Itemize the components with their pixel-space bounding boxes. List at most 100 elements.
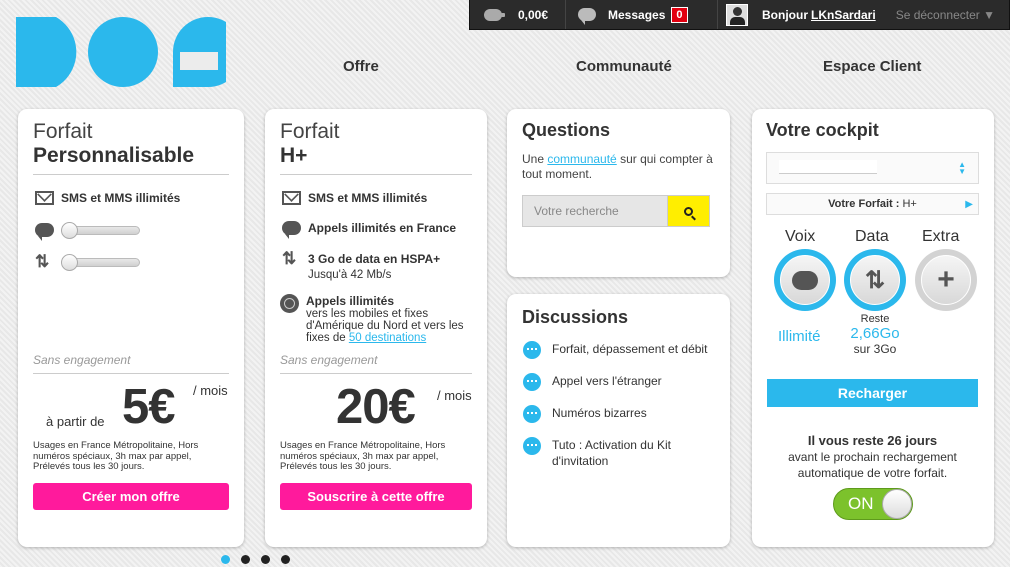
days-text: avant le prochain rechargement automatiq… bbox=[788, 450, 957, 480]
sans-engagement-label: Sans engagement bbox=[280, 353, 378, 367]
voix-gauge[interactable] bbox=[774, 249, 836, 311]
usage-conditions: Usages en France Métropolitaine, Hors nu… bbox=[33, 440, 199, 472]
balance-section[interactable]: 0,00€ bbox=[470, 0, 566, 29]
price-amount: 5€ bbox=[122, 380, 176, 434]
offer-card-h-plus: Forfait H+ SMS et MMS illimités Appels i… bbox=[265, 109, 487, 547]
username-link[interactable]: LKnSardari bbox=[811, 8, 876, 22]
data-slider[interactable] bbox=[61, 253, 140, 271]
discussion-item[interactable]: Appel vers l'étranger bbox=[523, 373, 662, 391]
joe-bullet-icon bbox=[523, 405, 541, 423]
voix-label: Voix bbox=[785, 228, 816, 245]
cockpit-title: Votre cockpit bbox=[766, 120, 879, 140]
envelope-icon bbox=[282, 191, 301, 205]
divider bbox=[33, 174, 229, 175]
auto-recharge-toggle[interactable]: ON bbox=[833, 488, 913, 520]
create-offer-button[interactable]: Créer mon offre bbox=[33, 483, 229, 510]
questions-text: Une communauté sur qui compter à tout mo… bbox=[522, 152, 717, 182]
feature-sub-label: vers les mobiles et fixes d'Amérique du … bbox=[306, 308, 471, 344]
data-reste-label: Reste bbox=[860, 313, 890, 325]
line-selector[interactable]: ▲ ▼ bbox=[766, 152, 979, 184]
forfait-label: Votre Forfait : bbox=[828, 198, 900, 210]
data-slider-row: ⇅ bbox=[35, 253, 140, 271]
extra-gauge[interactable]: + bbox=[915, 249, 977, 311]
speech-bubble-icon bbox=[282, 221, 301, 239]
globe-icon bbox=[280, 294, 299, 313]
messages-label: Messages bbox=[608, 7, 666, 22]
discussion-item[interactable]: Numéros bizarres bbox=[523, 405, 647, 423]
subscribe-button[interactable]: Souscrire à cette offre bbox=[280, 483, 472, 510]
data-gauge[interactable]: ⇅ bbox=[844, 249, 906, 311]
feature-sms: SMS et MMS illimités bbox=[35, 191, 180, 205]
voice-slider-row bbox=[35, 221, 140, 241]
data-total: sur 3Go bbox=[853, 342, 897, 356]
feature-sub-label: Jusqu'à 42 Mb/s bbox=[308, 269, 392, 281]
top-bar: 0,00€ Messages 0 Bonjour LKnSardari Se d… bbox=[469, 0, 1010, 30]
cockpit-card: Votre cockpit ▲ ▼ Votre Forfait : H+ ▶ Vo… bbox=[752, 109, 994, 547]
questions-title: Questions bbox=[522, 120, 611, 140]
greeting: Bonjour bbox=[762, 7, 808, 22]
voice-slider[interactable] bbox=[61, 221, 140, 239]
destinations-link[interactable]: 50 destinations bbox=[349, 332, 426, 344]
recharge-button[interactable]: Recharger bbox=[767, 379, 978, 407]
feature-data: ⇅ 3 Go de data en HSPA+ Jusqu'à 42 Mb/s bbox=[282, 249, 441, 281]
price-suffix: / mois bbox=[193, 383, 228, 398]
discussion-item[interactable]: Tuto : Activation du Kit d'invitation bbox=[523, 437, 713, 469]
discussion-item[interactable]: Forfait, dépassement et débit bbox=[523, 341, 707, 359]
line-selector-stepper[interactable]: ▲ ▼ bbox=[958, 161, 966, 176]
feature-label: Appels illimités en France bbox=[308, 221, 457, 235]
message-bubble-icon bbox=[578, 8, 596, 25]
logout-button[interactable]: Se déconnecter ▼ bbox=[896, 8, 995, 22]
nav-espace-client[interactable]: Espace Client bbox=[823, 58, 921, 75]
nav-communaute[interactable]: Communauté bbox=[576, 58, 672, 75]
questions-text-before: Une bbox=[522, 152, 545, 166]
feature-label: SMS et MMS illimités bbox=[61, 191, 181, 205]
offer-card-personnalisable: Forfait Personnalisable SMS et MMS illim… bbox=[18, 109, 244, 547]
discussion-label: Numéros bizarres bbox=[552, 406, 647, 420]
data-remaining: Reste 2,66Go sur 3Go bbox=[844, 313, 906, 356]
offer-title: Forfait Personnalisable bbox=[33, 120, 194, 168]
search-input[interactable] bbox=[523, 196, 667, 226]
data-label: Data bbox=[855, 228, 889, 245]
up-down-arrows-icon: ⇅ bbox=[850, 255, 900, 305]
up-down-arrows-icon: ⇅ bbox=[282, 249, 297, 268]
carousel-dot-1[interactable] bbox=[221, 555, 230, 564]
joe-bullet-icon bbox=[523, 437, 541, 455]
usage-conditions: Usages en France Métropolitaine, Hors nu… bbox=[280, 440, 446, 472]
plus-icon: + bbox=[921, 255, 971, 305]
feature-label: Appels illimités bbox=[306, 294, 395, 308]
toggle-label: ON bbox=[848, 494, 874, 513]
offer-title-line2: Personnalisable bbox=[33, 144, 195, 167]
search-icon bbox=[684, 206, 693, 216]
search-button[interactable] bbox=[667, 196, 709, 226]
messages-link[interactable]: Messages 0 bbox=[566, 0, 718, 29]
balance-amount: 0,00€ bbox=[518, 7, 549, 22]
forfait-value: H+ bbox=[902, 198, 917, 210]
discussion-label: Appel vers l'étranger bbox=[552, 374, 662, 388]
carousel-dot-4[interactable] bbox=[281, 555, 290, 564]
nav-offre[interactable]: Offre bbox=[343, 58, 379, 75]
joe-logo[interactable] bbox=[16, 17, 226, 87]
avatar[interactable] bbox=[726, 3, 748, 26]
feature-sms: SMS et MMS illimités bbox=[282, 191, 427, 205]
divider bbox=[280, 174, 472, 175]
user-section: Bonjour LKnSardari Se déconnecter ▼ bbox=[718, 0, 1005, 29]
feature-label: 3 Go de data en HSPA+ bbox=[308, 252, 441, 266]
divider bbox=[33, 373, 229, 374]
speech-bubble-icon bbox=[780, 255, 830, 305]
carousel-dot-3[interactable] bbox=[261, 555, 270, 564]
discussions-card: Discussions Forfait, dépassement et débi… bbox=[507, 294, 730, 547]
messages-count-badge: 0 bbox=[671, 6, 688, 23]
extra-label: Extra bbox=[922, 228, 960, 245]
price-prefix: à partir de bbox=[46, 414, 105, 429]
days-left: Il vous reste 26 jours bbox=[807, 433, 938, 448]
offer-title-line1: Forfait bbox=[280, 120, 340, 143]
envelope-icon bbox=[35, 191, 54, 205]
carousel-dot-2[interactable] bbox=[241, 555, 250, 564]
community-link[interactable]: communauté bbox=[547, 152, 616, 166]
discussion-label: Forfait, dépassement et débit bbox=[552, 342, 708, 356]
slider-handle[interactable] bbox=[61, 253, 78, 271]
slider-handle[interactable] bbox=[61, 221, 78, 239]
discussions-title: Discussions bbox=[522, 307, 629, 327]
voix-value: Illimité bbox=[778, 328, 821, 345]
forfait-selector[interactable]: Votre Forfait : H+ ▶ bbox=[766, 193, 979, 215]
